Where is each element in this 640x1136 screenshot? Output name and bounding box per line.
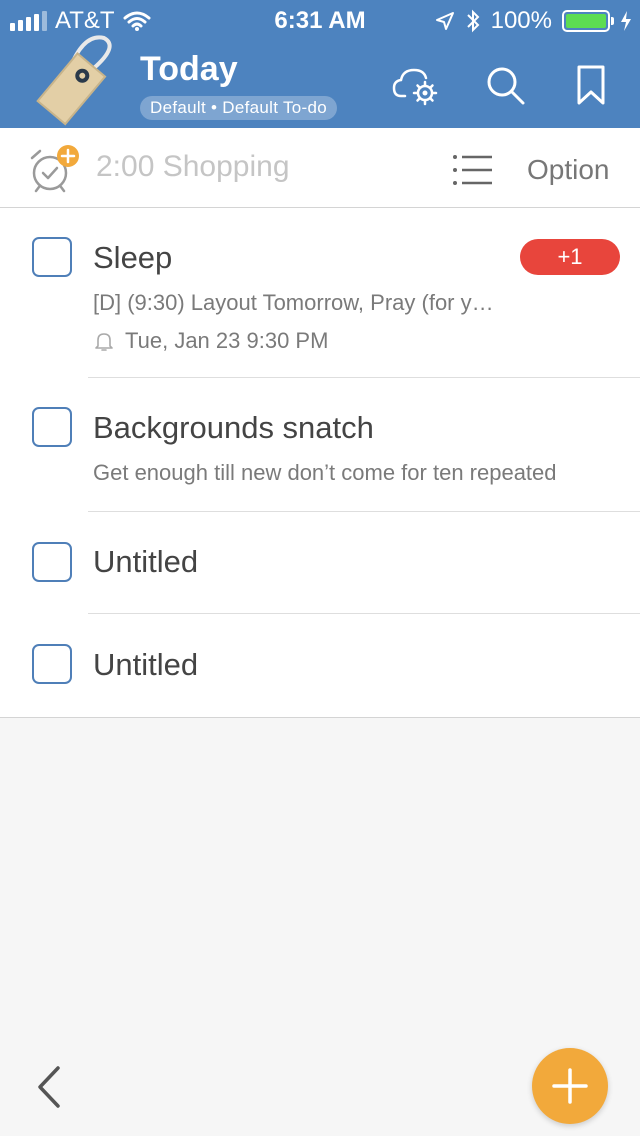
battery-icon (562, 10, 614, 32)
bluetooth-icon (466, 9, 480, 33)
list-selector-pill[interactable]: Default • Default To-do (140, 96, 337, 120)
page-title: Today (140, 50, 238, 88)
task-row[interactable]: Untitled (0, 614, 640, 717)
bookmark-icon[interactable] (566, 60, 616, 110)
bell-icon (95, 333, 113, 351)
battery-percent: 100% (490, 7, 552, 34)
task-checkbox[interactable] (32, 237, 72, 277)
task-title: Backgrounds snatch (93, 410, 374, 445)
task-row[interactable]: Sleep +1 [D] (9:30) Layout Tomorrow, Pra… (0, 208, 640, 378)
task-note: Get enough till new don’t come for ten r… (93, 460, 557, 485)
tag-logo-icon (36, 35, 112, 126)
task-title: Sleep (93, 240, 173, 275)
task-reminder-text: Tue, Jan 23 9:30 PM (125, 328, 329, 353)
task-badge: +1 (520, 239, 620, 275)
alarm-add-icon[interactable] (28, 144, 82, 194)
app-header: AT&T 6:31 AM 100% Today Default • Defaul… (0, 0, 640, 128)
add-icon (552, 1068, 588, 1104)
search-icon[interactable] (480, 60, 530, 110)
task-list: Sleep +1 [D] (9:30) Layout Tomorrow, Pra… (0, 208, 640, 718)
task-title: Untitled (93, 544, 199, 579)
task-reminder: Tue, Jan 23 9:30 PM (93, 328, 328, 354)
task-checkbox[interactable] (32, 407, 72, 447)
option-button[interactable]: Option (527, 154, 610, 186)
cloud-settings-icon[interactable] (390, 60, 440, 110)
task-checkbox[interactable] (32, 542, 72, 582)
add-task-button[interactable] (532, 1048, 608, 1124)
quick-add-input[interactable]: 2:00 Shopping (96, 150, 290, 184)
back-chevron-icon[interactable] (30, 1062, 70, 1112)
task-checkbox[interactable] (32, 644, 72, 684)
task-title: Untitled (93, 647, 199, 682)
location-arrow-icon (435, 12, 454, 30)
task-row[interactable]: Untitled (0, 512, 640, 614)
task-note: [D] (9:30) Layout Tomorrow, Pray (for y… (93, 290, 494, 315)
task-row[interactable]: Backgrounds snatch Get enough till new d… (0, 378, 640, 512)
list-icon[interactable] (448, 150, 496, 190)
charging-icon (621, 11, 631, 31)
quick-add-bar: 2:00 Shopping Option (0, 128, 640, 208)
